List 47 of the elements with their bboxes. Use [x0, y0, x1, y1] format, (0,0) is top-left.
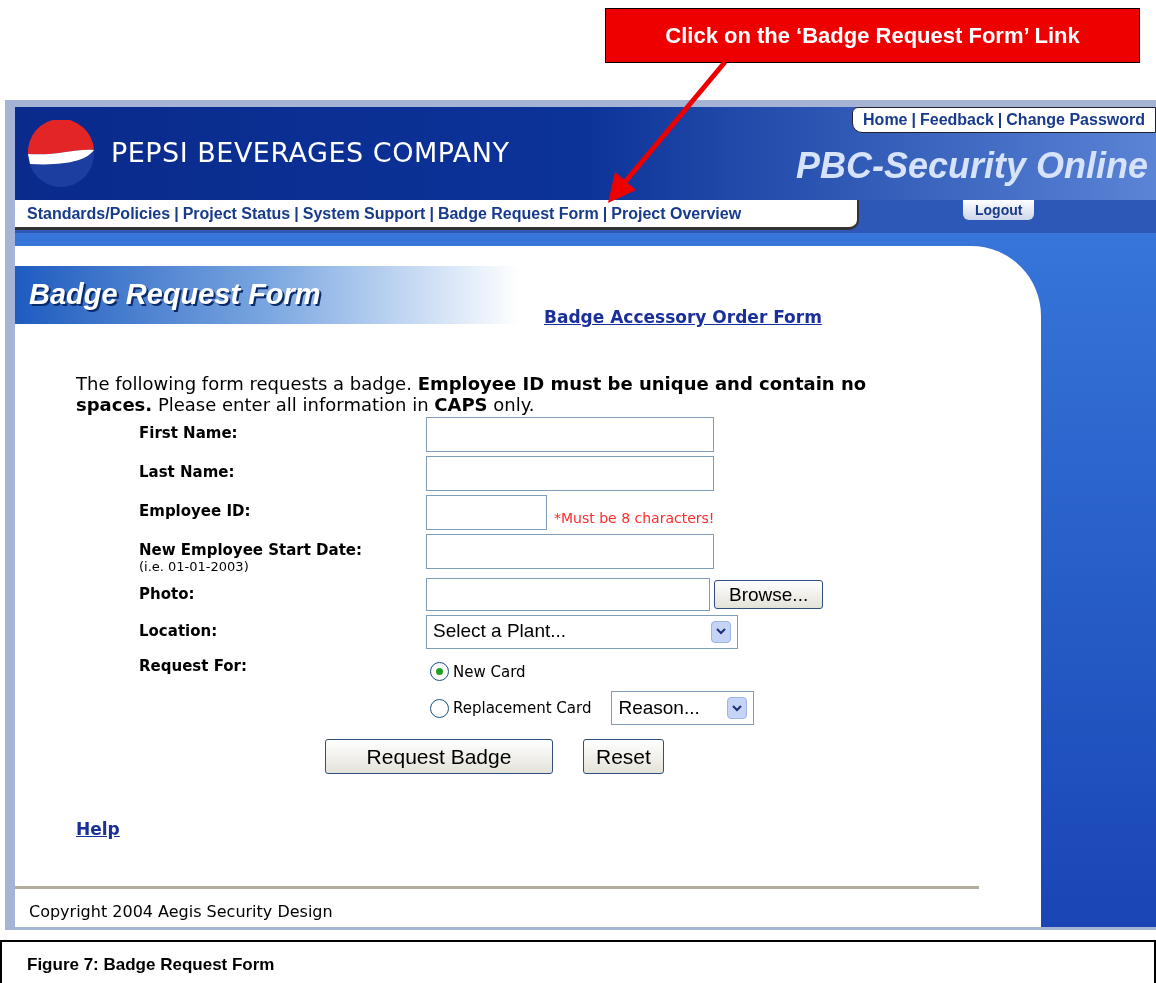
validation-note: *Must be 8 characters!: [554, 508, 715, 528]
field-label: Employee ID:: [139, 502, 252, 520]
help-link[interactable]: Help: [76, 817, 120, 843]
logo-icon: [27, 119, 95, 188]
form-button[interactable]: Reset: [583, 739, 664, 774]
text-field[interactable]: [426, 533, 714, 569]
nav-link[interactable]: Badge Request Form: [437, 201, 599, 226]
link-separator: |: [997, 110, 1003, 130]
radio-label: Replacement Card: [453, 697, 592, 719]
field-label: Request For:: [139, 655, 248, 677]
field-label: First Name:: [139, 424, 239, 442]
text-field[interactable]: [426, 494, 547, 530]
figure-caption: Figure 7: Badge Request Form: [0, 940, 1156, 983]
company-name: PEPSI BEVERAGES COMPANY: [111, 136, 510, 171]
radio-button[interactable]: [430, 698, 449, 718]
link-separator: |: [294, 203, 299, 224]
copyright-text: Copyright 2004 Aegis Security Design: [29, 900, 334, 923]
field-label: Last Name:: [139, 463, 236, 481]
page-title: Badge Request Form: [29, 277, 321, 313]
field-label: Location:: [139, 622, 219, 640]
intro-text: The following form requests a badge. Employee ID must be unique and contain no spaces. Please enter all information in CAPS only.: [76, 372, 868, 415]
browse-button[interactable]: Browse...: [714, 579, 824, 609]
accessory-form-link[interactable]: Badge Accessory Order Form: [544, 305, 822, 331]
field-hint: (i.e. 01-01-2003): [139, 558, 250, 574]
link-separator: |: [911, 110, 916, 130]
header-link[interactable]: Home: [863, 108, 908, 132]
nav-link[interactable]: Standards/Policies: [27, 201, 171, 226]
callout: Click on the ‘Badge Request Form’ Link: [605, 8, 1140, 63]
file-path-field[interactable]: [426, 577, 710, 611]
location-dropdown[interactable]: Select a Plant...: [426, 614, 738, 649]
radio-label: New Card: [453, 661, 526, 683]
link-separator: |: [602, 203, 608, 224]
app-title: PBC-Security Online: [795, 144, 1149, 188]
field-label: Photo:: [139, 585, 196, 603]
nav-link[interactable]: System Support: [302, 201, 426, 226]
header-link[interactable]: Feedback: [920, 108, 994, 132]
radio-button[interactable]: [430, 662, 449, 682]
text-field[interactable]: [426, 416, 714, 452]
link-separator: |: [429, 203, 434, 224]
text-field[interactable]: [426, 455, 714, 491]
nav-link[interactable]: Project Overview: [611, 201, 742, 226]
nav-link[interactable]: Project Status: [182, 201, 291, 226]
field-label: New Employee Start Date:: [139, 541, 363, 559]
reason-dropdown[interactable]: Reason...: [611, 691, 755, 725]
header-link[interactable]: Change Password: [1006, 108, 1145, 132]
form-button[interactable]: Request Badge: [325, 739, 553, 774]
link-separator: |: [174, 203, 179, 224]
